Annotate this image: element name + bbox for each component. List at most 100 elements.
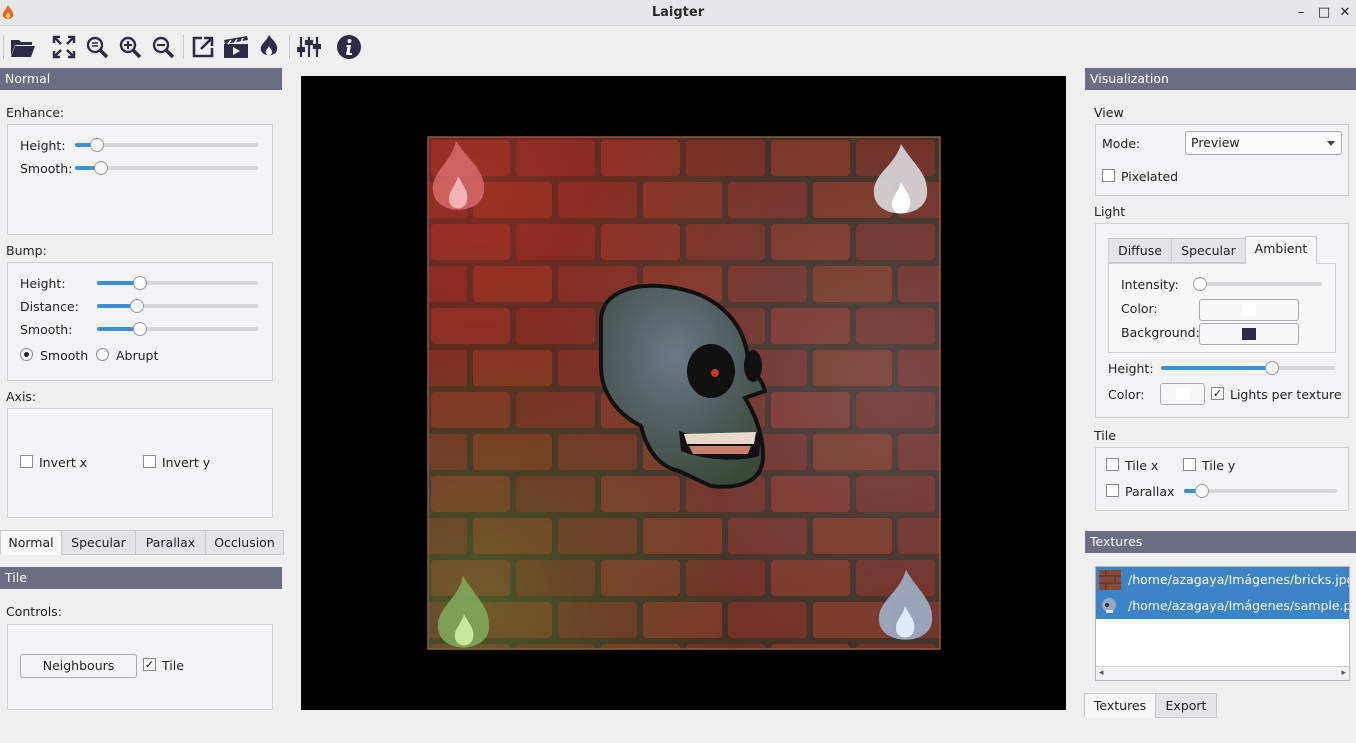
bump-height-label: Height:	[20, 276, 66, 291]
tile-label-right: Tile	[1094, 428, 1116, 443]
invert-x-checkbox[interactable]	[20, 455, 33, 468]
lights-per-texture-label[interactable]: Lights per texture	[1230, 387, 1342, 402]
parallax-checkbox[interactable]	[1106, 484, 1119, 497]
tab-ambient[interactable]: Ambient	[1245, 236, 1317, 264]
pixelated-label[interactable]: Pixelated	[1121, 169, 1178, 184]
background-color-button[interactable]	[1199, 323, 1299, 345]
ambient-color-button[interactable]	[1199, 299, 1299, 321]
mode-value: Preview	[1191, 135, 1240, 150]
open-folder-icon[interactable]	[9, 33, 37, 61]
maximize-icon[interactable]: □	[1316, 5, 1332, 21]
enhance-height-label: Height:	[20, 138, 66, 153]
invert-x-label[interactable]: Invert x	[39, 455, 87, 470]
light-color-button[interactable]	[1160, 383, 1205, 405]
chevron-down-icon	[1327, 141, 1335, 146]
scroll-left-icon[interactable]: ◂	[1099, 668, 1104, 678]
light-color-label: Color:	[1108, 387, 1145, 402]
light-label: Light	[1094, 204, 1126, 219]
bump-smooth-slider[interactable]	[97, 322, 258, 336]
fit-icon[interactable]	[50, 33, 78, 61]
lights-per-texture-checkbox[interactable]: ✓	[1211, 387, 1224, 400]
tile-checkbox[interactable]: ✓	[143, 658, 156, 671]
intensity-slider[interactable]	[1193, 277, 1322, 291]
tab-textures[interactable]: Textures	[1084, 693, 1156, 718]
tile-group	[1095, 447, 1349, 511]
smooth-radio-label[interactable]: Smooth	[40, 348, 88, 363]
light-height-label: Height:	[1108, 361, 1154, 376]
zoom-out-icon[interactable]	[149, 33, 177, 61]
tile-y-label[interactable]: Tile y	[1202, 458, 1235, 473]
tab-specular[interactable]: Specular	[61, 530, 136, 555]
zoom-in-icon[interactable]	[116, 33, 144, 61]
controls-label: Controls:	[6, 604, 62, 619]
bump-distance-label: Distance:	[20, 299, 79, 314]
tab-specular-light[interactable]: Specular	[1171, 238, 1246, 263]
zoom-reset-icon[interactable]	[83, 33, 111, 61]
texture-list[interactable]: /home/azagaya/Imágenes/bricks.jpg /home/…	[1095, 566, 1350, 681]
bump-height-slider[interactable]	[97, 276, 258, 290]
sliders-icon[interactable]	[295, 33, 323, 61]
color-swatch	[1242, 328, 1256, 340]
enhance-height-slider[interactable]	[75, 138, 258, 152]
tab-parallax[interactable]: Parallax	[135, 530, 206, 555]
parallax-slider[interactable]	[1184, 484, 1337, 498]
intensity-label: Intensity:	[1121, 277, 1179, 292]
tile-x-checkbox[interactable]	[1106, 458, 1119, 471]
parallax-label[interactable]: Parallax	[1125, 484, 1174, 499]
enhance-smooth-slider[interactable]	[75, 161, 258, 175]
window-title: Laigter	[651, 5, 705, 20]
axis-label: Axis:	[6, 389, 37, 404]
enhance-smooth-label: Smooth:	[20, 161, 73, 176]
visualization-panel-header: Visualization	[1085, 68, 1356, 90]
abrupt-radio[interactable]	[96, 348, 109, 361]
slider-handle[interactable]	[1193, 277, 1207, 291]
tab-normal[interactable]: Normal	[0, 530, 62, 555]
background-label: Background:	[1121, 325, 1200, 340]
pixelated-checkbox[interactable]	[1102, 169, 1115, 182]
light-height-slider[interactable]	[1161, 361, 1335, 375]
tile-panel-header: Tile	[0, 567, 282, 589]
texture-path: /home/azagaya/Imágenes/bricks.jpg	[1128, 572, 1349, 587]
skull-thumbnail	[1102, 598, 1116, 613]
mode-label: Mode:	[1102, 136, 1141, 151]
smooth-radio[interactable]	[20, 348, 33, 361]
scroll-right-icon[interactable]: ▸	[1341, 668, 1346, 678]
toolbar	[0, 27, 1356, 67]
toolbar-separator	[289, 35, 290, 59]
flame-icon[interactable]	[255, 33, 283, 61]
info-icon[interactable]	[335, 33, 363, 61]
color-swatch	[1175, 388, 1190, 400]
toolbar-separator	[183, 35, 184, 59]
bump-label: Bump:	[6, 243, 47, 258]
list-item[interactable]: /home/azagaya/Imágenes/bricks.jpg	[1096, 567, 1349, 593]
slider-handle[interactable]	[93, 161, 108, 175]
close-icon[interactable]: ✕	[1337, 5, 1353, 21]
mode-select[interactable]: Preview	[1185, 131, 1342, 155]
title-bar: Laigter – □ ✕	[0, 0, 1356, 26]
list-item[interactable]: /home/azagaya/Imágenes/sample.png	[1096, 593, 1349, 619]
slider-handle[interactable]	[89, 138, 104, 152]
invert-y-label[interactable]: Invert y	[162, 455, 210, 470]
bricks-thumbnail	[1099, 570, 1121, 590]
preview-viewport[interactable]	[301, 76, 1066, 710]
bump-smooth-label: Smooth:	[20, 322, 73, 337]
tab-export[interactable]: Export	[1155, 693, 1217, 718]
tab-diffuse[interactable]: Diffuse	[1108, 238, 1172, 263]
tile-x-label[interactable]: Tile x	[1125, 458, 1158, 473]
ambient-color-label: Color:	[1121, 301, 1158, 316]
export-icon[interactable]	[189, 33, 217, 61]
tab-occlusion[interactable]: Occlusion	[205, 530, 284, 555]
tile-checkbox-label[interactable]: Tile	[162, 658, 184, 673]
normal-panel-header: Normal	[0, 68, 282, 90]
abrupt-radio-label[interactable]: Abrupt	[116, 348, 158, 363]
horizontal-scrollbar[interactable]: ◂ ▸	[1096, 666, 1349, 680]
color-swatch	[1242, 304, 1256, 316]
invert-y-checkbox[interactable]	[143, 455, 156, 468]
bump-distance-slider[interactable]	[97, 299, 258, 313]
textures-panel-header: Textures	[1085, 531, 1356, 553]
neighbours-button[interactable]: Neighbours	[20, 654, 137, 678]
minimize-icon[interactable]: –	[1293, 5, 1309, 21]
texture-path: /home/azagaya/Imágenes/sample.png	[1128, 598, 1349, 613]
tile-y-checkbox[interactable]	[1183, 458, 1196, 471]
clapper-icon[interactable]	[222, 33, 250, 61]
